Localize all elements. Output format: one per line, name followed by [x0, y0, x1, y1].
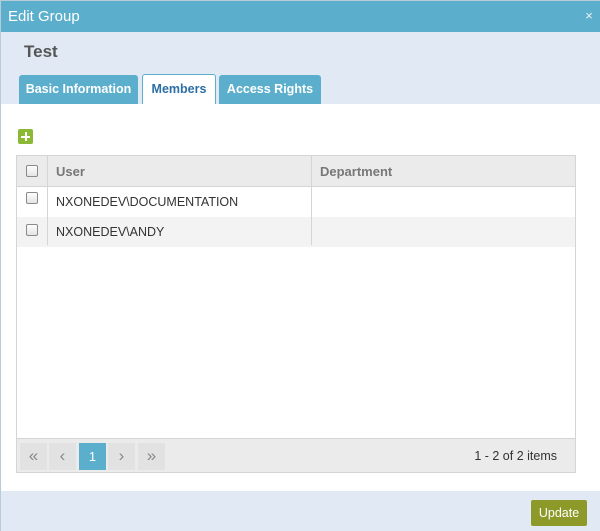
- next-page-button[interactable]: ›: [108, 443, 135, 470]
- first-page-button[interactable]: «: [20, 443, 47, 470]
- table-row[interactable]: NXONEDEV\DOCUMENTATION: [17, 187, 575, 217]
- header-band: Test Basic Information Members Access Ri…: [1, 32, 600, 104]
- last-page-button[interactable]: »: [138, 443, 165, 470]
- row-checkbox[interactable]: [26, 224, 38, 236]
- pager-info: 1 - 2 of 2 items: [474, 449, 557, 463]
- edit-group-dialog: Edit Group × Test Basic Information Memb…: [0, 0, 600, 531]
- group-name-heading: Test: [24, 42, 58, 61]
- grid-header: User Department: [17, 156, 575, 187]
- previous-page-button[interactable]: ‹: [49, 443, 76, 470]
- page-1-button[interactable]: 1: [79, 443, 106, 470]
- tab-access-rights[interactable]: Access Rights: [219, 75, 321, 104]
- column-header-user[interactable]: User: [56, 156, 85, 187]
- column-divider: [47, 156, 48, 245]
- add-member-button[interactable]: [18, 129, 33, 144]
- tab-basic-information[interactable]: Basic Information: [19, 75, 138, 104]
- members-panel: User Department NXONEDEV\DOCUMENTATION N…: [1, 104, 600, 491]
- tab-members[interactable]: Members: [142, 74, 216, 104]
- user-cell: NXONEDEV\DOCUMENTATION: [56, 195, 239, 209]
- members-grid: User Department NXONEDEV\DOCUMENTATION N…: [16, 155, 576, 473]
- dialog-title: Edit Group: [8, 8, 80, 25]
- select-all-checkbox[interactable]: [26, 165, 38, 177]
- column-header-department[interactable]: Department: [320, 156, 392, 187]
- close-icon[interactable]: ×: [583, 9, 595, 22]
- dialog-footer: Update: [1, 491, 600, 531]
- dialog-titlebar[interactable]: Edit Group ×: [1, 1, 600, 32]
- grid-pager: « ‹ 1 › » 1 - 2 of 2 items: [17, 438, 575, 472]
- user-cell: NXONEDEV\ANDY: [56, 225, 165, 239]
- column-divider: [311, 156, 312, 245]
- update-button[interactable]: Update: [531, 500, 587, 526]
- table-row[interactable]: NXONEDEV\ANDY: [17, 217, 575, 247]
- row-checkbox[interactable]: [26, 192, 38, 204]
